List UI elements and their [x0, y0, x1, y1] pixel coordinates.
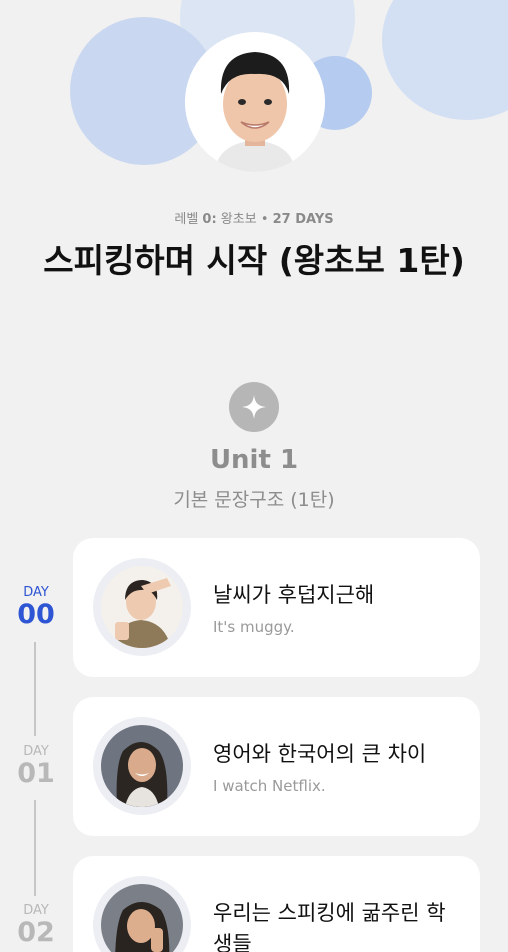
timeline-line [34, 800, 36, 896]
level-prefix: 레벨 [174, 212, 203, 227]
lesson-thumbnail [93, 876, 191, 952]
decor-circle [382, 0, 508, 120]
day-number: 01 [17, 758, 55, 789]
lesson-title: 날씨가 후덥지근해 [213, 583, 375, 607]
day-marker: DAY 00 [15, 585, 57, 630]
lesson-title: 우리는 스피킹에 굶주린 학생들 [213, 901, 446, 952]
day-marker: DAY 01 [15, 744, 57, 789]
lesson-subtitle: It's muggy. [213, 618, 295, 636]
level-name: 왕초보 • [216, 212, 273, 227]
unit-title: Unit 1 [209, 445, 299, 475]
day-word: DAY [23, 744, 49, 759]
day-word: DAY [23, 585, 49, 600]
day-marker: DAY 02 [15, 903, 57, 948]
course-meta: 레벨 0: 왕초보 • 27 DAYS [0, 208, 508, 227]
lesson-card[interactable]: 영어와 한국어의 큰 차이 I watch Netflix. [73, 697, 480, 836]
level-number: 0: [202, 212, 217, 227]
course-days: 27 DAYS [272, 212, 334, 227]
day-word: DAY [23, 903, 49, 918]
lesson-subtitle: I watch Netflix. [213, 777, 326, 795]
sparkle-icon [229, 382, 279, 432]
timeline-line [34, 642, 36, 736]
day-number: 02 [17, 917, 55, 948]
lesson-card[interactable]: 날씨가 후덥지근해 It's muggy. [73, 538, 480, 677]
course-detail-screen: 레벨 0: 왕초보 • 27 DAYS 스피킹하며 시작 (왕초보 1탄) Un… [0, 0, 508, 952]
course-title: 스피킹하며 시작 (왕초보 1탄) [43, 241, 465, 280]
instructor-avatar [185, 32, 325, 172]
lesson-thumbnail [93, 717, 191, 815]
unit-subtitle: 기본 문장구조 (1탄) [173, 489, 335, 511]
lesson-card[interactable]: 우리는 스피킹에 굶주린 학생들 [73, 856, 480, 952]
day-number: 00 [17, 599, 55, 630]
lesson-title: 영어와 한국어의 큰 차이 [213, 742, 427, 766]
lesson-thumbnail [93, 558, 191, 656]
